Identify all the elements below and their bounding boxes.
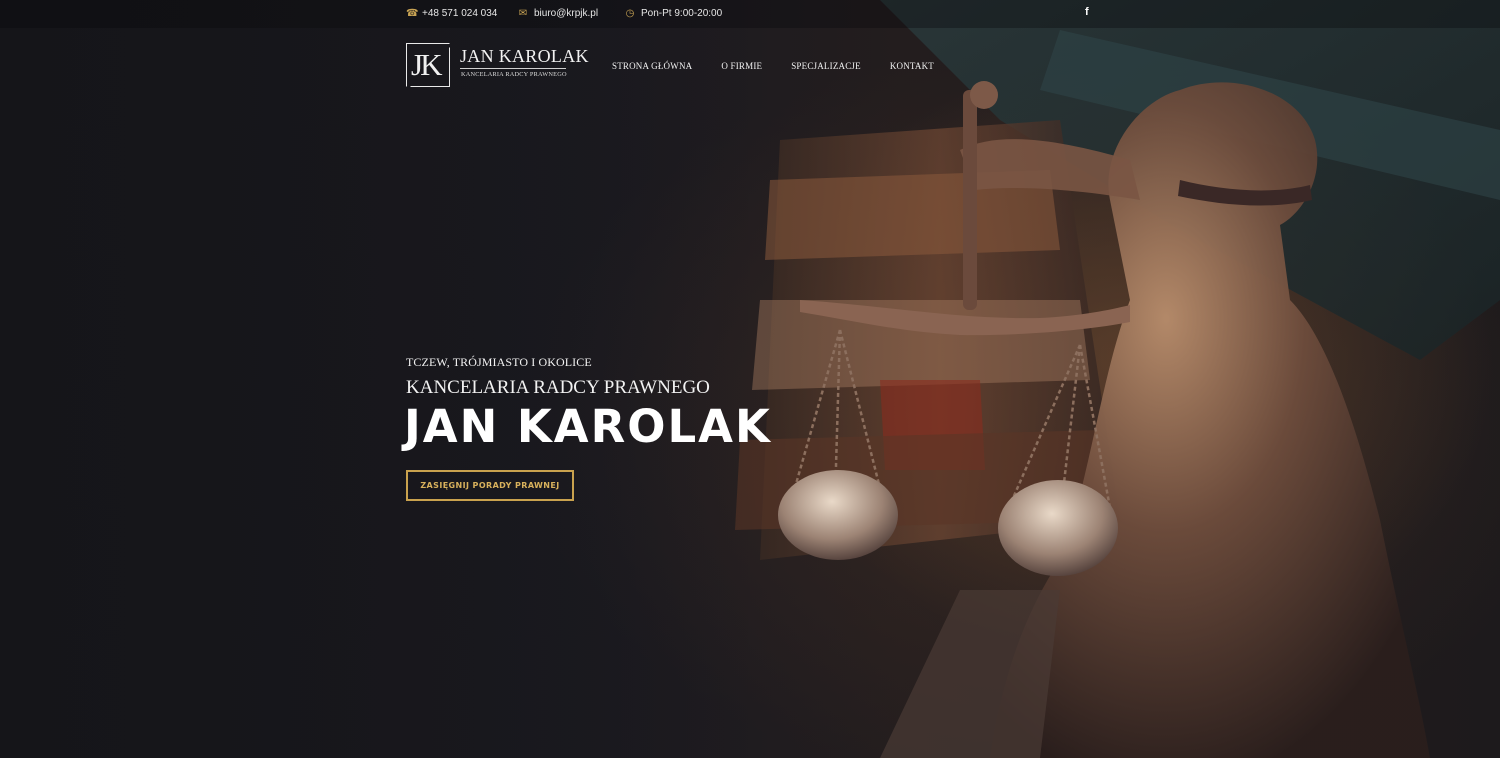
hero-subtitle: KANCELARIA RADCY PRAWNEGO — [406, 377, 710, 398]
phone-number[interactable]: +48 571 024 034 — [422, 7, 497, 21]
site-logo[interactable]: JK JAN KAROLAK KANCELARIA RADCY PRAWNEGO — [406, 43, 589, 87]
envelope-icon: ✉ — [518, 8, 528, 19]
logo-tagline: KANCELARIA RADCY PRAWNEGO — [461, 71, 567, 78]
logo-name: JAN KAROLAK — [460, 46, 589, 66]
logo-divider — [460, 68, 566, 69]
hours-text: Pon-Pt 9:00-20:00 — [641, 8, 723, 19]
hero-section — [0, 0, 1500, 758]
hero-kicker: TCZEW, TRÓJMIASTO I OKOLICE — [406, 355, 592, 369]
top-info-bar: ☎ +48 571 024 034 ✉ biuro@krpjk.pl ◷ Pon… — [0, 0, 1500, 28]
clock-icon: ◷ — [625, 8, 635, 19]
nav-item-home[interactable]: STRONA GŁÓWNA — [612, 61, 692, 71]
phone-contact[interactable]: ☎ +48 571 024 034 — [406, 7, 497, 21]
lady-justice-background-image — [0, 0, 1500, 758]
phone-icon: ☎ — [406, 8, 419, 19]
main-navigation: STRONA GŁÓWNA O FIRMIE SPECJALIZACJE KON… — [612, 61, 934, 71]
facebook-icon[interactable]: f — [1085, 6, 1089, 18]
logo-monogram: JK — [411, 47, 443, 82]
legal-advice-button[interactable]: ZASIĘGNIJ PORADY PRAWNEJ — [406, 470, 574, 501]
email-address[interactable]: biuro@krpjk.pl — [534, 7, 598, 21]
nav-item-about[interactable]: O FIRMIE — [721, 61, 762, 71]
nav-item-contact[interactable]: KONTAKT — [890, 61, 934, 71]
email-contact[interactable]: ✉ biuro@krpjk.pl — [518, 7, 598, 21]
opening-hours: ◷ Pon-Pt 9:00-20:00 — [625, 7, 723, 21]
hero-title: JAN KAROLAK — [404, 400, 772, 453]
nav-item-specializations[interactable]: SPECJALIZACJE — [791, 61, 861, 71]
